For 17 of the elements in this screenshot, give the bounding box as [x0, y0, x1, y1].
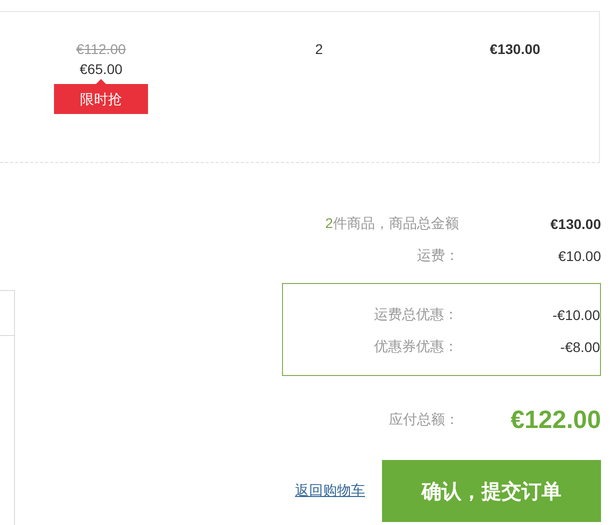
flash-sale-tag: 限时抢 — [54, 79, 148, 114]
discount-value: -€10.00 — [552, 307, 600, 323]
discount-label: 运费总优惠： — [374, 306, 458, 324]
quantity: 2 — [315, 40, 323, 59]
fee-value: €10.00 — [557, 248, 601, 264]
item-count: 2 — [325, 215, 333, 231]
item-subtotal: €130.00 — [490, 40, 540, 59]
payable-label: 应付总额： — [389, 411, 459, 429]
fee-label: 运费： — [417, 247, 459, 265]
sale-price: €65.00 — [80, 60, 122, 79]
back-to-cart-link[interactable]: 返回购物车 — [295, 482, 365, 500]
goods-total: €130.00 — [549, 216, 601, 232]
original-price: €112.00 — [76, 40, 126, 59]
discount-label: 优惠券优惠： — [374, 338, 458, 356]
discount-value: -€8.00 — [559, 339, 600, 355]
item-count-label: 件商品，商品总金额 — [333, 215, 459, 231]
payable-total: €122.00 — [510, 406, 601, 434]
